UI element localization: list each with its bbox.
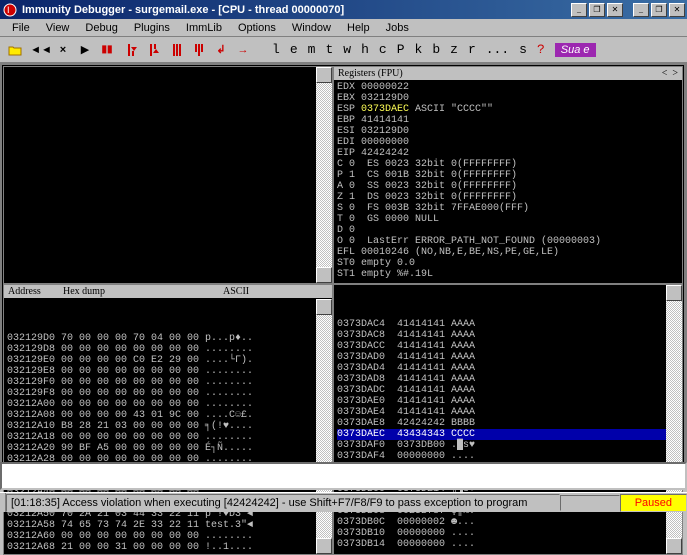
child-restore-button[interactable]: ❐ — [589, 3, 605, 17]
child-close-button[interactable]: ✕ — [607, 3, 623, 17]
scroll-down-icon[interactable]: ▼ — [316, 538, 332, 554]
status-bar: [01:18:35] Access violation when executi… — [0, 492, 687, 512]
toolbar: ◄◄ × ▶ ▮▮ ↲ → l e m t w h c P k b z r ..… — [0, 37, 687, 63]
btn-r[interactable]: r — [464, 42, 480, 57]
step-into-icon[interactable] — [123, 40, 143, 60]
window-title: Immunity Debugger - surgemail.exe - [CPU… — [22, 4, 571, 16]
menu-view[interactable]: View — [38, 20, 78, 36]
purple-banner: Sua e — [555, 43, 596, 57]
btn-t[interactable]: t — [321, 42, 337, 57]
child-min-button[interactable]: _ — [571, 3, 587, 17]
status-paused: Paused — [620, 494, 687, 512]
status-message: [01:18:35] Access violation when executi… — [6, 494, 560, 512]
menu-options[interactable]: Options — [230, 20, 284, 36]
open-icon[interactable] — [5, 40, 25, 60]
btn-more[interactable]: ... — [482, 42, 513, 57]
goto-icon[interactable]: → — [233, 40, 253, 60]
close-button[interactable]: ✕ — [669, 3, 685, 17]
btn-z[interactable]: z — [446, 42, 462, 57]
rewind-icon[interactable]: ◄◄ — [31, 40, 51, 60]
scroll-down-icon[interactable]: ▼ — [316, 267, 332, 283]
scroll-down-icon[interactable]: ▼ — [666, 538, 682, 554]
svg-text:I: I — [7, 5, 10, 15]
cpu-window: ▲ ▼ Registers (FPU)< > EDX 00000022EBX 0… — [2, 65, 684, 479]
registers-header: Registers (FPU) — [338, 68, 403, 79]
btn-c[interactable]: c — [375, 42, 391, 57]
menu-plugins[interactable]: Plugins — [126, 20, 178, 36]
btn-help[interactable]: ? — [533, 42, 549, 57]
btn-h[interactable]: h — [357, 42, 373, 57]
btn-k[interactable]: k — [411, 42, 427, 57]
hexdump-pane[interactable]: Address Hex dump ASCII ▲ ▼ 032129D0 70 0… — [3, 284, 333, 555]
titlebar: I Immunity Debugger - surgemail.exe - [C… — [0, 0, 687, 19]
scroll-up-icon[interactable]: ▲ — [316, 67, 332, 83]
col-hex: Hex dump — [63, 286, 223, 297]
menu-file[interactable]: File — [4, 20, 38, 36]
trace-into-icon[interactable] — [167, 40, 187, 60]
step-over-icon[interactable] — [145, 40, 165, 60]
command-input[interactable] — [0, 462, 687, 490]
btn-e[interactable]: e — [286, 42, 302, 57]
pause-icon[interactable]: ▮▮ — [97, 40, 117, 60]
trace-over-icon[interactable] — [189, 40, 209, 60]
scroll-up-icon[interactable]: ▲ — [666, 285, 682, 301]
btn-w[interactable]: w — [339, 42, 355, 57]
app-icon: I — [2, 2, 18, 18]
workspace: ▲ ▼ Registers (FPU)< > EDX 00000022EBX 0… — [0, 63, 687, 480]
menu-jobs[interactable]: Jobs — [378, 20, 417, 36]
stack-scrollbar[interactable]: ▲ ▼ — [666, 285, 682, 554]
disasm-scrollbar[interactable]: ▲ ▼ — [316, 67, 332, 283]
btn-s[interactable]: s — [515, 42, 531, 57]
registers-pane[interactable]: Registers (FPU)< > EDX 00000022EBX 03212… — [333, 66, 683, 284]
col-address: Address — [8, 286, 63, 297]
maximize-button[interactable]: ❐ — [651, 3, 667, 17]
menu-help[interactable]: Help — [339, 20, 378, 36]
btn-P[interactable]: P — [393, 42, 409, 57]
reg-prev-icon[interactable]: < — [662, 68, 668, 79]
mnemonic-buttons: l e m t w h c P k b z r ... s ? — [268, 42, 549, 57]
menu-immlib[interactable]: ImmLib — [178, 20, 230, 36]
minimize-button[interactable]: _ — [633, 3, 649, 17]
btn-b[interactable]: b — [428, 42, 444, 57]
run-till-return-icon[interactable]: ↲ — [211, 40, 231, 60]
scroll-up-icon[interactable]: ▲ — [316, 299, 332, 315]
col-ascii: ASCII — [223, 286, 249, 297]
stack-pane[interactable]: ▲ ▼ 0373DAC4 41414141 AAAA0373DAC8 41414… — [333, 284, 683, 555]
btn-l[interactable]: l — [268, 42, 284, 57]
restart-icon[interactable]: × — [53, 40, 73, 60]
play-icon[interactable]: ▶ — [75, 40, 95, 60]
menu-debug[interactable]: Debug — [77, 20, 125, 36]
btn-m[interactable]: m — [304, 42, 320, 57]
menu-window[interactable]: Window — [284, 20, 339, 36]
disasm-pane[interactable]: ▲ ▼ — [3, 66, 333, 284]
reg-next-icon[interactable]: > — [672, 68, 678, 79]
menubar: File View Debug Plugins ImmLib Options W… — [0, 19, 687, 37]
hex-scrollbar[interactable]: ▲ ▼ — [316, 299, 332, 554]
